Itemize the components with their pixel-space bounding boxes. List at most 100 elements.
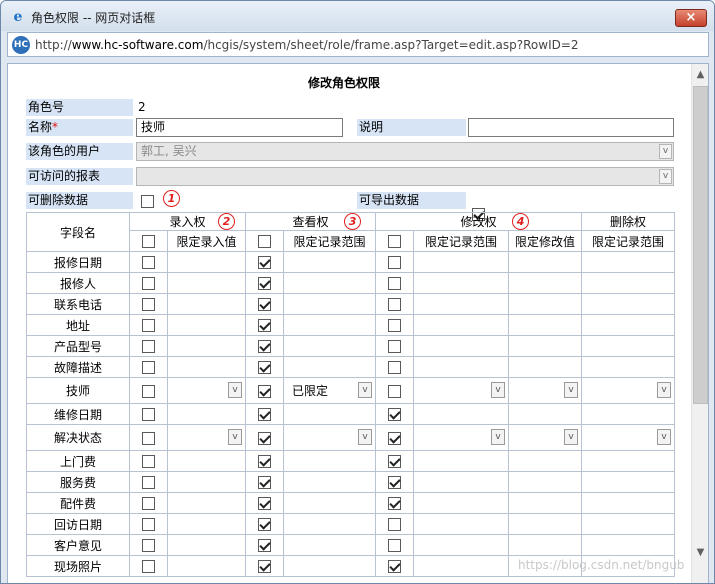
modify-value-cell (508, 251, 583, 273)
entry-checkbox[interactable] (142, 277, 155, 290)
view-checkbox[interactable] (258, 298, 272, 311)
entry-checkbox[interactable] (142, 455, 155, 468)
view-checkbox[interactable] (258, 455, 272, 468)
view-checkbox[interactable] (258, 431, 272, 445)
entry-checkbox[interactable] (142, 361, 155, 374)
table-row: 产品型号 (26, 335, 676, 357)
table-row: 维修日期 (26, 403, 676, 425)
view-checkbox[interactable] (258, 277, 272, 290)
modify-checkbox[interactable] (388, 319, 402, 332)
view-permission-header: 查看权 3 (245, 212, 377, 231)
chevron-down-icon[interactable]: v (228, 382, 243, 398)
site-icon: HC (12, 36, 30, 54)
annotation-marker: 1 (163, 190, 180, 207)
entry-checkbox[interactable] (142, 518, 155, 531)
entry-checkbox[interactable] (142, 476, 155, 489)
reports-select[interactable]: v (136, 167, 674, 186)
close-button[interactable]: × (675, 9, 707, 27)
delete-range-cell (581, 293, 676, 315)
modify-range-cell (413, 555, 510, 577)
entry-checkbox-cell (129, 492, 168, 514)
view-checkbox[interactable] (258, 476, 272, 489)
modify-checkbox[interactable] (388, 518, 402, 531)
chevron-down-icon[interactable]: v (491, 429, 506, 445)
entry-checkbox[interactable] (142, 256, 155, 269)
scroll-down-icon[interactable]: ▼ (692, 544, 708, 561)
view-checkbox[interactable] (258, 497, 272, 510)
chevron-down-icon[interactable]: v (564, 382, 579, 398)
view-checkbox[interactable] (258, 340, 272, 353)
view-checkbox[interactable] (258, 319, 272, 332)
modify-value-cell (508, 450, 583, 472)
entry-limit-cell (166, 403, 247, 425)
view-checkbox-cell (245, 314, 285, 336)
chevron-down-icon[interactable]: v (358, 429, 373, 445)
name-input[interactable]: 技师 (136, 118, 343, 137)
delete-range-cell (581, 450, 676, 472)
chevron-down-icon[interactable]: v (657, 429, 672, 445)
chevron-down-icon[interactable]: v (228, 429, 243, 445)
modify-value-cell: v (508, 424, 583, 451)
view-select-all-checkbox[interactable] (258, 235, 272, 248)
entry-limit-cell (166, 492, 247, 514)
scroll-thumb[interactable] (693, 86, 708, 404)
table-row: 报修人 (26, 272, 676, 294)
view-checkbox-cell (245, 534, 285, 556)
modify-checkbox[interactable] (388, 455, 402, 468)
view-checkbox[interactable] (258, 384, 272, 398)
entry-checkbox[interactable] (142, 431, 155, 445)
modify-value-cell: v (508, 377, 583, 404)
modify-checkbox[interactable] (388, 277, 402, 290)
modify-checkbox[interactable] (388, 431, 402, 445)
entry-checkbox[interactable] (142, 539, 155, 552)
watermark: https://blog.csdn.net/bngub (518, 558, 685, 572)
delete-range-cell (581, 314, 676, 336)
modify-checkbox[interactable] (388, 340, 402, 353)
modify-checkbox[interactable] (388, 539, 402, 552)
modify-checkbox[interactable] (388, 476, 402, 489)
entry-checkbox[interactable] (142, 560, 155, 573)
view-checkbox[interactable] (258, 518, 272, 531)
view-checkbox[interactable] (258, 539, 272, 552)
entry-select-all-checkbox[interactable] (142, 235, 155, 248)
modify-checkbox[interactable] (388, 384, 402, 398)
chevron-down-icon[interactable]: v (564, 429, 579, 445)
chevron-down-icon[interactable]: v (657, 382, 672, 398)
view-checkbox-cell (245, 471, 285, 493)
entry-checkbox[interactable] (142, 497, 155, 510)
view-range-cell (283, 471, 377, 493)
chevron-down-icon[interactable]: v (659, 169, 672, 184)
modify-checkbox[interactable] (388, 497, 402, 510)
entry-checkbox[interactable] (142, 340, 155, 353)
modify-checkbox[interactable] (388, 298, 402, 311)
view-checkbox[interactable] (258, 256, 272, 269)
view-checkbox[interactable] (258, 361, 272, 374)
entry-checkbox[interactable] (142, 298, 155, 311)
entry-checkbox[interactable] (142, 408, 155, 421)
chevron-down-icon[interactable]: v (491, 382, 506, 398)
vertical-scrollbar[interactable]: ▲ ▼ (691, 64, 708, 583)
entry-checkbox[interactable] (142, 384, 155, 398)
can-delete-checkbox[interactable] (141, 195, 154, 208)
users-select[interactable]: 郭工, 吴兴 v (136, 142, 674, 161)
chevron-down-icon[interactable]: v (659, 144, 672, 159)
modify-select-all-checkbox[interactable] (388, 235, 402, 248)
table-row: 报修日期 (26, 251, 676, 273)
view-range-cell (283, 555, 377, 577)
view-checkbox[interactable] (258, 408, 272, 421)
modify-checkbox[interactable] (388, 256, 402, 269)
modify-checkbox[interactable] (388, 560, 402, 573)
entry-checkbox[interactable] (142, 319, 155, 332)
modify-checkbox[interactable] (388, 408, 402, 421)
field-name: 上门费 (26, 450, 130, 472)
description-input[interactable] (468, 118, 674, 137)
entry-all-checkbox-cell (129, 230, 168, 252)
view-checkbox[interactable] (258, 560, 272, 573)
modify-checkbox[interactable] (388, 361, 402, 374)
scroll-up-icon[interactable]: ▲ (692, 66, 708, 83)
delete-range-header: 限定记录范围 (581, 230, 676, 252)
chevron-down-icon[interactable]: v (358, 382, 373, 398)
view-checkbox-cell (245, 272, 285, 294)
table-row: 联系电话 (26, 293, 676, 315)
view-checkbox-cell (245, 293, 285, 315)
